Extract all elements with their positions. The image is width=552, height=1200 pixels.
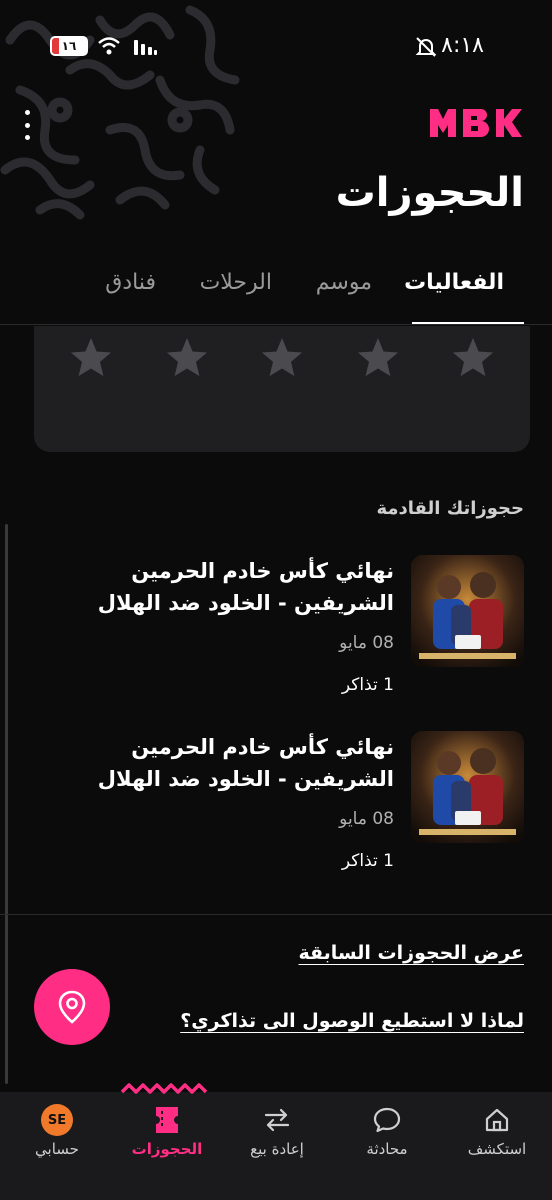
location-pin-icon bbox=[58, 990, 86, 1024]
brand-logo bbox=[430, 109, 522, 137]
status-bar: ١٦ ٨:١٨ bbox=[0, 0, 552, 90]
ticket-icon bbox=[151, 1104, 183, 1136]
more-menu-icon[interactable] bbox=[18, 108, 36, 142]
avatar: SE bbox=[41, 1104, 73, 1136]
nav-label: إعادة بيع bbox=[250, 1140, 304, 1158]
ticket-access-help-link[interactable]: لماذا لا استطيع الوصول الى تذاكري؟ bbox=[180, 1010, 524, 1032]
battery-indicator: ١٦ bbox=[50, 36, 88, 56]
booking-tickets: 1 تذاكر bbox=[341, 851, 394, 871]
location-button[interactable] bbox=[34, 969, 110, 1045]
star-icon[interactable] bbox=[68, 336, 114, 380]
list-divider bbox=[0, 914, 552, 915]
nav-label: محادثة bbox=[366, 1140, 408, 1158]
nav-explore[interactable]: استكشف bbox=[442, 1092, 552, 1200]
status-time: ٨:١٨ bbox=[441, 33, 484, 58]
booking-tickets: 1 تذاكر bbox=[341, 675, 394, 695]
nav-account[interactable]: SE حسابي bbox=[2, 1092, 112, 1200]
booking-item[interactable]: نهائي كأس خادم الحرمين الشريفين - الخلود… bbox=[28, 731, 524, 881]
nav-label: الحجوزات bbox=[131, 1140, 203, 1158]
event-poster-image bbox=[411, 555, 524, 667]
nav-label: حسابي bbox=[35, 1140, 79, 1158]
star-rating[interactable] bbox=[68, 336, 496, 380]
tab-trips[interactable]: الرحلات bbox=[200, 270, 272, 295]
booking-item[interactable]: نهائي كأس خادم الحرمين الشريفين - الخلود… bbox=[28, 555, 524, 705]
star-icon[interactable] bbox=[450, 336, 496, 380]
past-bookings-link[interactable]: عرض الحجوزات السابقة bbox=[298, 942, 524, 964]
page-title: الحجوزات bbox=[335, 170, 524, 216]
chat-icon bbox=[371, 1104, 403, 1136]
home-icon bbox=[481, 1104, 513, 1136]
category-tabs: الفعاليات موسم الرحلات فنادق bbox=[0, 262, 552, 326]
nav-label: استكشف bbox=[467, 1140, 527, 1158]
star-icon[interactable] bbox=[355, 336, 401, 380]
scrollbar[interactable] bbox=[5, 524, 8, 1084]
tab-events[interactable]: الفعاليات bbox=[404, 270, 504, 295]
booking-title: نهائي كأس خادم الحرمين الشريفين - الخلود… bbox=[97, 559, 394, 615]
booking-date: 08 مايو bbox=[339, 633, 394, 653]
booking-title: نهائي كأس خادم الحرمين الشريفين - الخلود… bbox=[97, 735, 394, 791]
bell-muted-icon bbox=[415, 37, 437, 57]
rating-card bbox=[34, 326, 530, 452]
tab-season[interactable]: موسم bbox=[316, 270, 372, 295]
signal-icon bbox=[134, 40, 157, 55]
star-icon[interactable] bbox=[164, 336, 210, 380]
tabs-divider bbox=[0, 324, 552, 325]
bottom-navigation: استكشف محادثة إعادة بيع الحجوزات SE حساب… bbox=[0, 1083, 552, 1200]
star-icon[interactable] bbox=[259, 336, 305, 380]
booking-date: 08 مايو bbox=[339, 809, 394, 829]
swap-icon bbox=[261, 1104, 293, 1136]
nav-chat[interactable]: محادثة bbox=[332, 1092, 442, 1200]
nav-resale[interactable]: إعادة بيع bbox=[222, 1092, 332, 1200]
wifi-icon bbox=[98, 37, 120, 55]
upcoming-bookings-title: حجوزاتك القادمة bbox=[376, 498, 525, 519]
nav-bookings[interactable]: الحجوزات bbox=[112, 1092, 222, 1200]
event-poster-image bbox=[411, 731, 524, 843]
tab-hotels[interactable]: فنادق bbox=[105, 270, 156, 295]
